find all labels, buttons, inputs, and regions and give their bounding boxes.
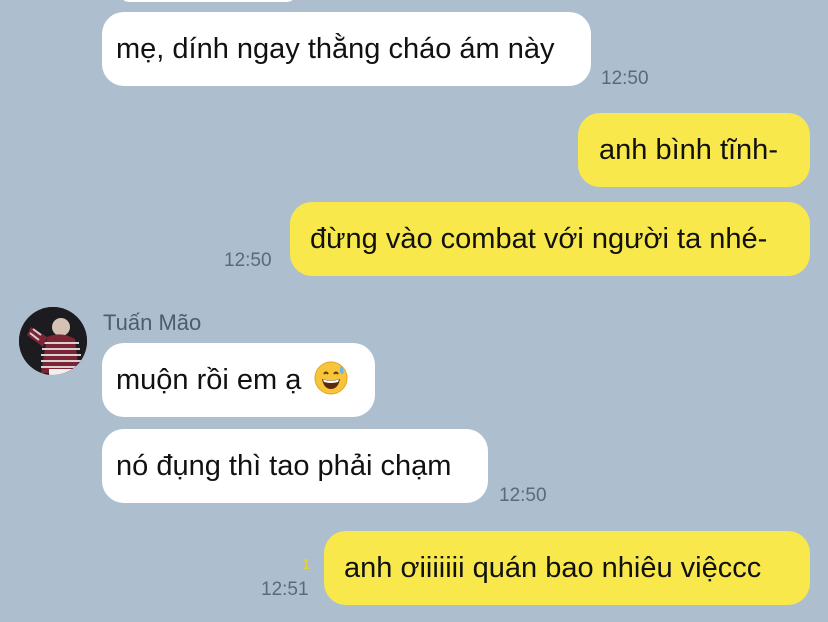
message-text: muộn rồi em ạ	[116, 364, 302, 396]
message-timestamp: 12:50	[601, 68, 649, 89]
sender-name[interactable]: Tuấn Mão	[103, 310, 201, 336]
message-bubble[interactable]: mẹ, dính ngay thằng cháo ám này	[102, 12, 591, 86]
message-timestamp: 12:51	[261, 579, 309, 600]
avatar[interactable]	[19, 307, 87, 375]
grinning-sweat-emoji	[314, 361, 348, 395]
chat-history[interactable]: mẹ, dính ngay thằng cháo ám này 12:50 an…	[0, 0, 828, 622]
previous-message-bubble[interactable]	[118, 0, 298, 2]
message-bubble[interactable]: đừng vào combat với người ta nhé-	[290, 202, 810, 276]
unread-count: 1	[302, 556, 311, 573]
message-text: đừng vào combat với người ta nhé-	[310, 223, 768, 255]
message-text: anh bình tĩnh-	[599, 134, 778, 166]
message-text: nó đụng thì tao phải chạm	[116, 450, 452, 482]
message-bubble[interactable]: nó đụng thì tao phải chạm	[102, 429, 488, 503]
message-timestamp: 12:50	[499, 485, 547, 506]
message-bubble[interactable]: anh bình tĩnh-	[578, 113, 810, 187]
message-text: mẹ, dính ngay thằng cháo ám này	[116, 33, 555, 65]
message-text: anh ơiiiiiii quán bao nhiêu việccc	[344, 552, 762, 584]
message-bubble[interactable]: anh ơiiiiiii quán bao nhiêu việccc	[324, 531, 810, 605]
message-timestamp: 12:50	[224, 250, 272, 271]
message-bubble[interactable]: muộn rồi em ạ	[102, 343, 375, 417]
